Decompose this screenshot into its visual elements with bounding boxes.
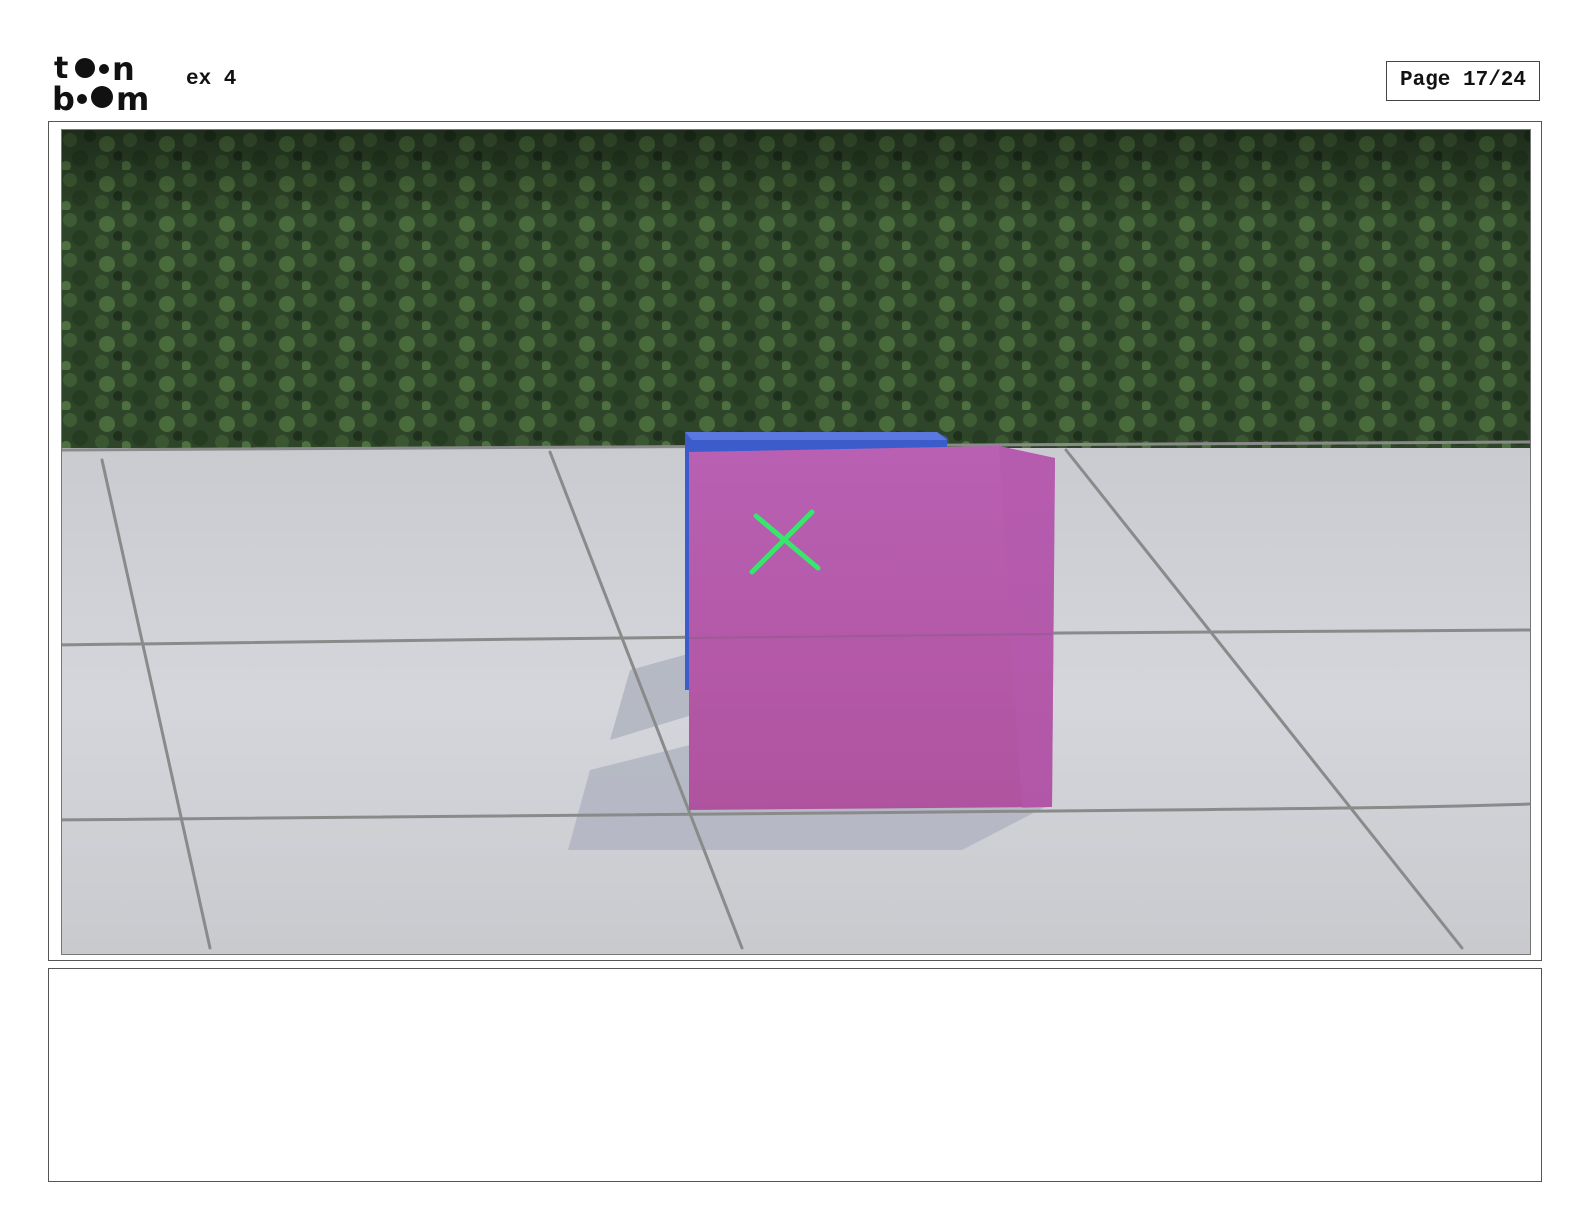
project-title: ex 4	[186, 68, 237, 91]
svg-text:m: m	[116, 80, 149, 114]
toon-boom-logo: t n b m	[52, 50, 164, 114]
page-number: Page 17/24	[1386, 61, 1540, 101]
panel-image[interactable]	[61, 129, 1531, 955]
magenta-cube	[689, 446, 1055, 810]
toon-boom-logo-icon: t n b m	[52, 50, 149, 114]
scene-drawing	[62, 130, 1530, 954]
panel-notes-box[interactable]	[48, 968, 1542, 1182]
storyboard-panel[interactable]	[48, 121, 1542, 961]
svg-text:b: b	[52, 80, 75, 114]
